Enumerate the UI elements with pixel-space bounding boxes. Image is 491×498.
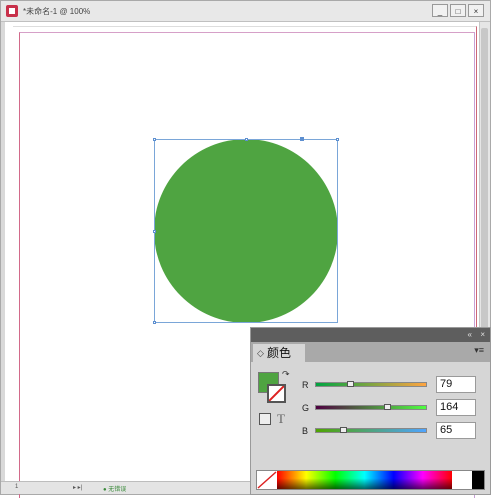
maximize-button[interactable]: □ <box>450 4 466 17</box>
selection-center-point[interactable] <box>300 137 304 141</box>
channel-value-r[interactable]: 79 <box>436 376 476 393</box>
resize-handle[interactable] <box>153 138 156 141</box>
resize-handle[interactable] <box>153 230 156 233</box>
diamond-icon: ◇ <box>257 348 264 358</box>
channel-label-g: G <box>302 403 310 413</box>
minimize-button[interactable]: _ <box>432 4 448 17</box>
document-tab-bar: *未命名-1 @ 100% _ □ × <box>1 1 490 22</box>
channel-slider-b[interactable] <box>315 428 427 433</box>
formatting-affects-text-icon[interactable]: T <box>277 411 285 427</box>
none-slash-icon <box>268 385 285 402</box>
document-title[interactable]: *未命名-1 @ 100% <box>23 6 90 17</box>
tab-color[interactable]: ◇ 颜色 <box>253 344 305 362</box>
panel-menu-icon[interactable]: ▾≡ <box>474 345 484 356</box>
slider-thumb[interactable] <box>346 381 354 387</box>
white-swatch[interactable] <box>452 471 472 489</box>
preflight-status[interactable]: ● 无错误 <box>103 484 126 493</box>
black-swatch[interactable] <box>472 471 484 489</box>
channel-slider-r[interactable] <box>315 382 427 387</box>
channel-label-b: B <box>302 426 309 436</box>
none-swatch[interactable] <box>257 471 277 489</box>
none-slash-icon <box>257 471 277 489</box>
document-icon <box>6 5 18 17</box>
resize-handle[interactable] <box>153 321 156 324</box>
close-button[interactable]: × <box>468 4 484 17</box>
panel-tab-row: ◇ 颜色 ▾≡ <box>251 342 490 362</box>
resize-handle[interactable] <box>336 138 339 141</box>
slider-thumb[interactable] <box>383 404 391 410</box>
collapse-panel-icon[interactable]: « <box>468 330 472 339</box>
color-spectrum-ramp[interactable] <box>256 470 485 490</box>
resize-handle[interactable] <box>245 138 248 141</box>
slider-thumb[interactable] <box>340 427 347 433</box>
channel-value-g[interactable]: 164 <box>436 399 476 416</box>
spectrum-gradient[interactable] <box>277 471 452 489</box>
page-number-field[interactable]: 1 <box>15 484 18 490</box>
page-navigation-buttons[interactable]: ▸ ▸| <box>73 484 82 491</box>
swap-fill-stroke-icon[interactable]: ↷ <box>282 369 290 380</box>
channel-slider-g[interactable] <box>315 405 427 410</box>
selection-bounding-box <box>153 138 339 324</box>
color-panel: « × ◇ 颜色 ▾≡ ↷ T R 79 G 164 B 65 <box>250 327 491 495</box>
channel-value-b[interactable]: 65 <box>436 422 476 439</box>
stroke-swatch[interactable] <box>267 384 286 403</box>
channel-label-r: R <box>302 380 309 390</box>
tab-label: 颜色 <box>267 346 292 360</box>
window-controls: _ □ × <box>432 4 484 17</box>
close-panel-icon[interactable]: × <box>480 330 485 339</box>
formatting-affects-container-icon[interactable] <box>259 413 271 425</box>
panel-title-bar[interactable]: « × <box>251 328 490 342</box>
